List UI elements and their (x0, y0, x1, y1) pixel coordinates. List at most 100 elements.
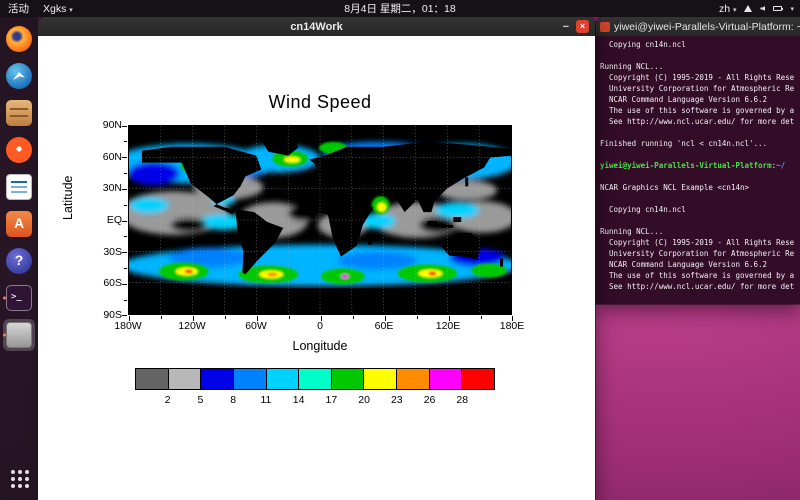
dock-item-files[interactable] (3, 97, 35, 129)
help-icon (6, 248, 32, 274)
y-tick-label: 30S (103, 246, 122, 258)
terminal-icon (6, 285, 32, 311)
y-tick-mark (122, 221, 127, 222)
y-tick-mark (122, 157, 127, 158)
terminal-line: Running NCL... (600, 226, 800, 237)
chart-title: Wind Speed (128, 92, 512, 113)
dock-item-xgks[interactable] (3, 319, 35, 351)
colorbar-label: 26 (424, 394, 436, 406)
y-tick-mark (122, 252, 127, 253)
terminal-line: Running NCL... (600, 61, 800, 72)
y-tick-mark (124, 300, 127, 301)
y-tick-mark (124, 141, 127, 142)
terminal-line: NCAR Command Language Version 6.6.2 (600, 259, 800, 270)
dock-item-rhythmbox[interactable] (3, 134, 35, 166)
colorbar-labels: 25811141720232628 (135, 394, 495, 408)
y-tick-mark (122, 284, 127, 285)
y-tick-mark (124, 173, 127, 174)
colorbar-label: 20 (358, 394, 370, 406)
terminal-title: yiwei@yiwei-Parallels-Virtual-Platform: … (614, 21, 800, 33)
software-icon (6, 211, 32, 237)
x-tick-label: 0 (317, 320, 323, 332)
chevron-down-icon: ▾ (69, 7, 73, 14)
network-icon (744, 5, 752, 12)
xgks-icon (6, 322, 32, 348)
x-tick-label: 120W (178, 320, 205, 332)
terminal-line: University Corporation for Atmospheric R… (600, 83, 800, 94)
x-tick-mark (225, 316, 226, 319)
terminal-line: The use of this software is governed by … (600, 105, 800, 116)
colorbar-label: 28 (456, 394, 468, 406)
files-icon (6, 100, 32, 126)
terminal-line: Finished running 'ncl < cn14n.ncl'... (600, 138, 800, 149)
dock-item-terminal[interactable] (3, 282, 35, 314)
colorbar-box (136, 369, 169, 389)
colorbar-label: 8 (230, 394, 236, 406)
terminal-line: See http://www.ncl.ucar.edu/ for more de… (600, 116, 800, 127)
dock-item-firefox[interactable] (3, 23, 35, 55)
minimize-button[interactable]: − (563, 22, 569, 32)
colorbar-box (364, 369, 397, 389)
terminal-line: NCAR Graphics NCL Example <cn14n> (600, 182, 800, 193)
terminal-app-icon (600, 22, 610, 32)
x-tick-label: 180W (114, 320, 141, 332)
colorbar-box (267, 369, 300, 389)
terminal-body[interactable]: Copying cn14n.ncl Running NCL... Copyrig… (596, 36, 800, 304)
terminal-line: See http://www.ncl.ucar.edu/ for more de… (600, 281, 800, 292)
plot-canvas: Wind Speed Latitude 90N60N30NEQ30S60S90S (38, 36, 595, 500)
colorbar-box (234, 369, 267, 389)
dock-item-software[interactable] (3, 208, 35, 240)
show-applications-button[interactable] (3, 462, 35, 494)
terminal-line: yiwei@yiwei-Parallels-Virtual-Platform:~… (600, 160, 800, 171)
x-tick-label: 180E (500, 320, 525, 332)
desktop: { "topbar": { "activities": "活动", "app_m… (0, 0, 800, 500)
input-method-indicator[interactable]: zh ▾ (719, 3, 737, 15)
colorbar-label: 17 (326, 394, 338, 406)
colorbar-box (462, 369, 494, 389)
map-frame (128, 125, 512, 315)
dock-items (3, 23, 35, 356)
show-applications-icon (6, 465, 32, 491)
terminal-line (600, 171, 800, 182)
dock-item-writer[interactable] (3, 171, 35, 203)
y-tick-mark (122, 315, 127, 316)
x-tick-mark (417, 316, 418, 319)
battery-icon (773, 6, 782, 11)
x-axis-label: Longitude (128, 339, 512, 353)
activities-button[interactable]: 活动 (8, 1, 29, 16)
colorbar-label: 11 (260, 394, 271, 406)
dock-item-help[interactable] (3, 245, 35, 277)
x-tick-label: 60E (375, 320, 394, 332)
clock[interactable]: 8月4日 星期二，01：18 (344, 1, 455, 16)
dock (0, 17, 38, 500)
colorbar-box (299, 369, 332, 389)
x-tick-label: 60W (245, 320, 267, 332)
y-tick-label: 60N (103, 151, 122, 163)
x-tick-label: 120E (436, 320, 461, 332)
colorbar-label: 5 (198, 394, 204, 406)
plot-window-titlebar[interactable]: cn14Work − × (38, 17, 595, 36)
wind-speed-map (129, 126, 511, 314)
y-tick-mark (124, 268, 127, 269)
terminal-titlebar[interactable]: yiwei@yiwei-Parallels-Virtual-Platform: … (596, 17, 800, 36)
terminal-line: Copying cn14n.ncl (600, 39, 800, 50)
dock-item-thunderbird[interactable] (3, 60, 35, 92)
terminal-line (600, 127, 800, 138)
volume-icon (760, 6, 765, 11)
x-tick-labels: 180W120W60W060E120E180E (128, 320, 512, 334)
colorbar-label: 2 (165, 394, 171, 406)
system-status-area[interactable]: zh ▾ ▾ (719, 3, 794, 15)
chevron-down-icon: ▾ (733, 7, 737, 14)
colorbar-box (332, 369, 365, 389)
terminal-line: Copyright (C) 1995-2019 - All Rights Res… (600, 237, 800, 248)
app-menu[interactable]: Xgks ▾ (43, 3, 73, 15)
x-tick-mark (481, 316, 482, 319)
terminal-window: yiwei@yiwei-Parallels-Virtual-Platform: … (596, 17, 800, 304)
colorbar-box (397, 369, 430, 389)
terminal-line: NCAR Command Language Version 6.6.2 (600, 94, 800, 105)
chevron-down-icon: ▾ (790, 5, 794, 13)
terminal-line: University Corporation for Atmospheric R… (600, 248, 800, 259)
close-button[interactable]: × (576, 20, 589, 33)
colorbar-box (430, 369, 463, 389)
writer-icon (6, 174, 32, 200)
